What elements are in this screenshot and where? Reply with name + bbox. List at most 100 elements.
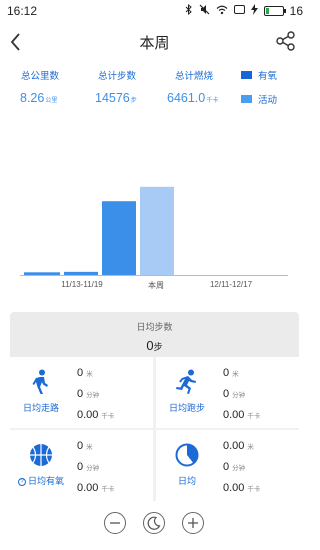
chart-bar[interactable] — [64, 271, 98, 275]
chart-bar[interactable] — [24, 272, 60, 275]
running-duration: 0 分钟 — [223, 388, 245, 400]
daily-distance-number: 0.00 — [223, 440, 245, 452]
share-button[interactable] — [275, 30, 297, 52]
chart-canvas — [20, 186, 288, 276]
daily-steps-value: 0步 — [10, 338, 299, 353]
distance-unit: 公里 — [45, 98, 58, 104]
daily-duration-unit: 分钟 — [232, 465, 246, 472]
steps-label: 总计步数 — [98, 71, 137, 82]
running-calories: 0.00 千卡 — [223, 409, 260, 421]
walking-calories: 0.00 千卡 — [77, 409, 114, 421]
status-time: 16:12 — [7, 4, 38, 18]
daily-distance: 0.00 米 — [223, 440, 254, 452]
running-label: 日均跑步 — [168, 403, 205, 413]
walking-distance: 0米 — [77, 367, 93, 379]
steps-value: 14576步 — [95, 91, 137, 105]
daily-calories-unit: 千卡 — [247, 486, 261, 493]
walking-duration-unit: 分钟 — [86, 392, 100, 399]
running-card[interactable]: 日均跑步 0米 0 分钟 0.00 千卡 — [156, 357, 299, 428]
running-duration-unit: 分钟 — [232, 392, 246, 399]
moon-icon — [144, 516, 164, 537]
aerobic-label: 日均有氧 — [27, 476, 64, 486]
page-title: 本周 — [139, 35, 170, 52]
daily-average-label: 日均 — [177, 476, 196, 486]
walking-distance-number: 0 — [77, 367, 84, 379]
aerobic-distance-number: 0 — [77, 440, 84, 452]
distance-label: 总公里数 — [21, 71, 60, 82]
status-bar: 16:12 16 — [0, 0, 309, 22]
running-distance-number: 0 — [223, 367, 230, 379]
steps-number: 14576 — [95, 91, 130, 105]
aerobic-duration: 0 分钟 — [77, 461, 99, 473]
zoom-in-button[interactable] — [182, 512, 204, 534]
aerobic-label-wrap: ? 日均有氧 — [10, 474, 72, 487]
daily-steps-panel: 日均步数 0步 — [10, 312, 299, 357]
daily-calories-number: 0.00 — [223, 482, 245, 494]
wifi-icon — [216, 5, 228, 18]
chart-bar[interactable] — [140, 186, 174, 275]
running-duration-number: 0 — [223, 388, 230, 400]
night-mode-button[interactable] — [143, 512, 165, 534]
distance-number: 8.26 — [20, 91, 45, 105]
zoom-out-button[interactable] — [104, 512, 126, 534]
daily-calories: 0.00 千卡 — [223, 482, 260, 494]
plus-circle-icon — [183, 518, 203, 537]
walking-duration: 0 分钟 — [77, 388, 99, 400]
daily-average-card[interactable]: 日均 0.00 米 0 分钟 0.00 千卡 — [156, 430, 299, 501]
daily-steps-number: 0 — [146, 338, 154, 353]
weekly-bar-chart[interactable]: 11/13-11/19 本周 12/11-12/17 — [0, 160, 309, 300]
running-icon — [174, 369, 200, 395]
daily-duration: 0 分钟 — [223, 461, 245, 473]
screen-icon — [233, 4, 245, 18]
chart-bar[interactable] — [102, 201, 136, 275]
aerobic-duration-unit: 分钟 — [86, 465, 100, 472]
bottom-controls — [0, 512, 309, 536]
walking-label: 日均走路 — [22, 403, 59, 413]
aerobic-distance: 0米 — [77, 440, 93, 452]
legend-activity: 活动 — [241, 92, 277, 106]
calories-value: 6461.0千卡 — [167, 91, 218, 105]
aerobic-calories-number: 0.00 — [77, 482, 99, 494]
activity-grid: 日均走路 0米 0 分钟 0.00 千卡 日均跑步 0米 0 分钟 0.00 千卡 ? 日… — [10, 357, 299, 501]
legend-aerobic: 有氧 — [241, 68, 277, 82]
running-distance-unit: 米 — [232, 371, 239, 378]
walking-icon — [28, 369, 54, 395]
charging-icon — [250, 4, 258, 18]
mute-icon — [199, 4, 210, 18]
share-icon — [275, 31, 297, 56]
daily-distance-unit: 米 — [247, 444, 254, 451]
status-icons: 16 — [185, 3, 303, 18]
legend-label-aerobic: 有氧 — [258, 71, 278, 82]
weekly-stats: 总公里数 总计步数 总计燃烧 有氧 8.26公里 14576步 6461.0千卡… — [0, 64, 309, 114]
distance-value: 8.26公里 — [20, 91, 57, 105]
running-distance: 0米 — [223, 367, 239, 379]
walking-card[interactable]: 日均走路 0米 0 分钟 0.00 千卡 — [10, 357, 153, 428]
battery-icon — [263, 6, 286, 16]
calories-unit: 千卡 — [206, 98, 219, 104]
walking-duration-number: 0 — [77, 388, 84, 400]
daily-steps-label: 日均步数 — [136, 322, 173, 332]
legend-swatch-aerobic — [241, 71, 252, 79]
calories-label: 总计燃烧 — [175, 71, 214, 82]
basketball-icon — [28, 442, 54, 468]
help-icon[interactable]: ? — [17, 477, 26, 486]
running-calories-unit: 千卡 — [247, 413, 261, 420]
aerobic-card[interactable]: ? 日均有氧 0米 0 分钟 0.00 千卡 — [10, 430, 153, 501]
aerobic-distance-unit: 米 — [86, 444, 93, 451]
app-header: 本周 — [0, 26, 309, 58]
walking-calories-number: 0.00 — [77, 409, 99, 421]
walking-distance-unit: 米 — [86, 371, 93, 378]
bluetooth-icon — [185, 3, 193, 18]
walking-calories-unit: 千卡 — [101, 413, 115, 420]
x-tick-label: 本周 — [148, 281, 164, 290]
pie-icon — [174, 442, 200, 468]
aerobic-calories-unit: 千卡 — [101, 486, 115, 493]
legend-label-activity: 活动 — [258, 95, 278, 106]
x-tick-label: 12/11-12/17 — [209, 280, 253, 289]
running-calories-number: 0.00 — [223, 409, 245, 421]
x-tick-label: 11/13-11/19 — [61, 280, 103, 289]
steps-unit: 步 — [130, 98, 137, 104]
daily-duration-number: 0 — [223, 461, 230, 473]
minus-circle-icon — [105, 518, 125, 537]
legend-swatch-activity — [241, 95, 252, 103]
